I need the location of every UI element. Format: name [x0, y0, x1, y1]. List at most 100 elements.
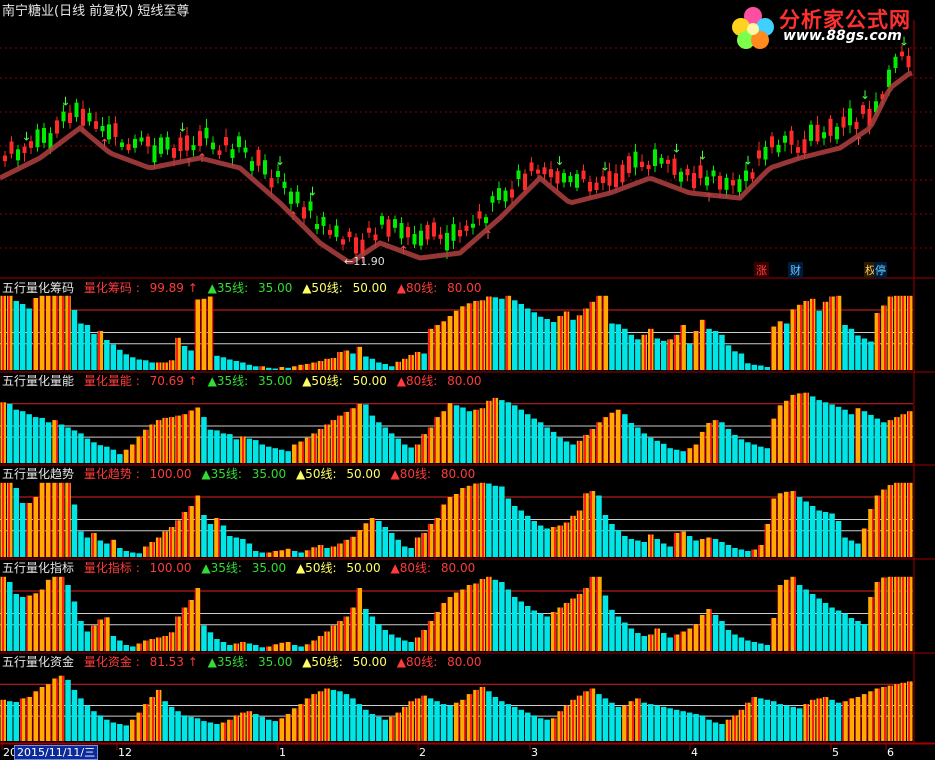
- indicator-bar: [19, 304, 26, 370]
- indicator-bar: [693, 540, 699, 557]
- indicator-bar: [58, 482, 65, 558]
- indicator-bar: [719, 422, 725, 463]
- indicator-bar: [434, 325, 440, 370]
- indicator-bar: [317, 429, 324, 463]
- candle-body: [672, 158, 677, 175]
- indicator-bar: [45, 579, 52, 652]
- sell-arrow-icon: ↓: [275, 154, 285, 168]
- indicator-bar: [26, 414, 32, 463]
- indicator-bar: [725, 545, 732, 557]
- candle-body: [295, 191, 300, 204]
- indicator-bar: [408, 447, 414, 463]
- event-marker-halt[interactable]: 停: [874, 262, 887, 278]
- indicator-bar: [272, 551, 278, 557]
- indicator-bar: [460, 306, 466, 371]
- indicator-bar: [220, 433, 227, 463]
- indicator-bar: [350, 698, 356, 741]
- indicator-bar: [473, 583, 479, 651]
- indicator-bar: [220, 722, 227, 741]
- indicator-bar: [576, 315, 583, 371]
- line35-value: 35.00: [258, 655, 293, 669]
- indicator-bar: [7, 582, 13, 651]
- indicator-bar: [576, 695, 583, 741]
- indicator-bar: [550, 322, 557, 370]
- indicator-bar: [104, 719, 110, 741]
- indicator-bar: [486, 296, 492, 370]
- indicator-bar: [596, 495, 602, 557]
- indicator-bar: [764, 524, 771, 557]
- indicator-bar: [311, 694, 317, 741]
- indicator-bar: [816, 400, 822, 463]
- indicator-bar: [764, 448, 771, 463]
- indicator-bar: [738, 353, 745, 370]
- indicator-bar: [758, 446, 764, 463]
- candle-body: [490, 196, 495, 203]
- indicator-bar: [829, 607, 835, 651]
- indicator-bar: [71, 689, 78, 741]
- indicator-bar: [706, 719, 712, 741]
- indicator-bar: [453, 310, 460, 371]
- sell-arrow-icon: ↓: [698, 148, 708, 162]
- candle-body: [848, 108, 852, 126]
- indicator-bar: [842, 325, 848, 370]
- indicator-bar: [673, 634, 680, 651]
- candle-body: [607, 171, 612, 186]
- indicator-bar: [350, 408, 356, 463]
- indicator-bar: [447, 497, 453, 557]
- candle-body: [152, 145, 157, 163]
- indicator-bar: [356, 403, 363, 463]
- panel-label-funds: 五行量化资金 量化资金 : 81.53 ↑ ▲35线: 35.00 ▲50线: …: [2, 655, 482, 669]
- indicator-bar: [214, 430, 220, 463]
- event-marker-finance[interactable]: 财: [788, 262, 803, 278]
- indicator-bar: [162, 701, 168, 741]
- indicator-bar: [278, 718, 285, 741]
- indicator-bar: [907, 681, 913, 741]
- indicator-bar: [745, 640, 751, 651]
- indicator-bar: [402, 706, 408, 741]
- indicator-bar: [751, 549, 758, 557]
- indicator-bar: [233, 361, 240, 370]
- indicator-bar: [168, 527, 175, 557]
- indicator-bar: [155, 689, 162, 741]
- indicator-bar: [214, 518, 220, 557]
- indicator-bar: [32, 691, 39, 741]
- indicator-bar: [304, 364, 311, 370]
- indicator-bar: [136, 553, 142, 558]
- candle-body: [159, 137, 163, 154]
- indicator-bar: [427, 328, 434, 371]
- indicator-bar: [550, 612, 557, 651]
- indicator-bar: [402, 640, 408, 651]
- indicator-bar: [143, 429, 149, 463]
- indicator-bar: [402, 546, 408, 557]
- indicator-bar: [84, 705, 91, 741]
- indicator-bar: [26, 308, 32, 370]
- indicator-bar: [421, 434, 427, 463]
- indicator-bar: [71, 504, 78, 557]
- indicator-bar: [686, 712, 693, 741]
- candle-body: [627, 156, 631, 174]
- candle-body: [172, 147, 176, 158]
- indicator-bar: [427, 427, 434, 463]
- indicator-bar: [136, 359, 142, 370]
- indicator-bar: [175, 711, 181, 741]
- line50-value: 50.00: [352, 374, 387, 388]
- indicator-bar: [343, 350, 350, 370]
- indicator-bar: [628, 539, 635, 557]
- logo-site: www.88gs.com: [783, 28, 902, 44]
- indicator-bar: [253, 440, 259, 463]
- line50-value: 50.00: [346, 561, 381, 575]
- candle-body: [243, 147, 248, 153]
- indicator-bar: [246, 364, 253, 371]
- indicator-bar: [414, 537, 421, 557]
- event-marker-up[interactable]: 涨: [754, 262, 769, 278]
- indicator-bar: [220, 525, 227, 557]
- indicator-bar: [680, 631, 686, 651]
- indicator-bar: [110, 344, 117, 370]
- indicator-bar: [673, 449, 680, 463]
- candle-body: [334, 225, 339, 237]
- indicator-bar: [201, 721, 207, 741]
- indicator-bar: [181, 607, 188, 651]
- indicator-bar: [550, 431, 557, 463]
- indicator-bar: [453, 592, 460, 651]
- indicator-bar: [699, 539, 706, 557]
